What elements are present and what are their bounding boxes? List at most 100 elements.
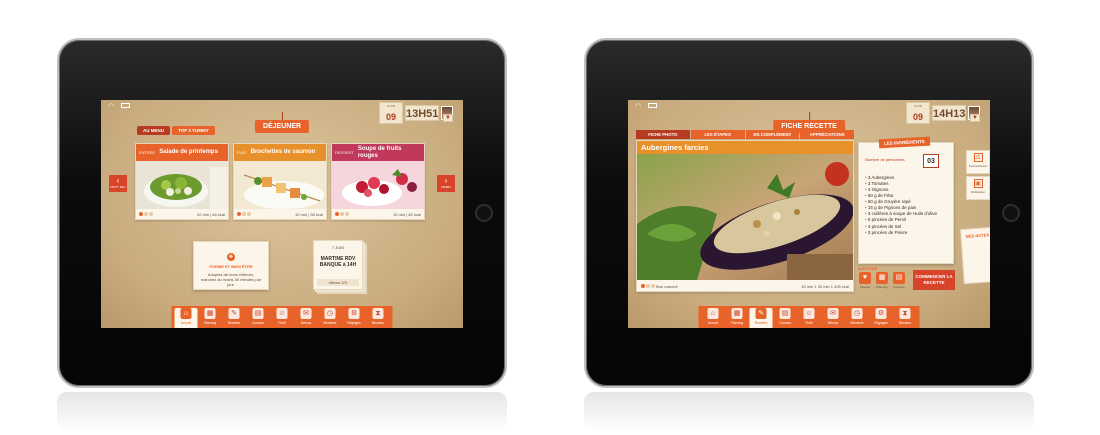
card-category: ENTRÉE xyxy=(139,150,156,155)
toolbar-memos[interactable]: ✉ Mémos xyxy=(295,308,318,328)
tab-top3[interactable]: TOP 3 YUMMY xyxy=(172,126,215,135)
page-title: DÉJEUNER xyxy=(254,112,310,133)
add-favoris-button[interactable]: ♥ Favoris xyxy=(858,272,872,289)
home-button[interactable] xyxy=(1002,204,1020,222)
toolbar-recettes[interactable]: ✎ Recettes xyxy=(223,308,246,328)
card-name: Soupe de fruits rouges xyxy=(357,146,402,159)
recipe-tabs: FICHE PHOTO LES ÉTAPES EN COMPLÉMENT APP… xyxy=(636,130,854,139)
side-tab-ordinateur[interactable]: ▣ Ordinateur xyxy=(966,176,990,200)
memo-icon: ✉ xyxy=(827,308,839,319)
toolbar-label: Planning xyxy=(730,321,744,325)
toolbar-minuteur[interactable]: ⧗ Minuteur xyxy=(894,308,917,328)
tab-complement[interactable]: EN COMPLÉMENT xyxy=(745,130,800,139)
toolbar-planning[interactable]: ▦ Planning xyxy=(199,308,222,328)
toolbar-reglages[interactable]: ⚙ Réglages xyxy=(870,308,893,328)
card-info: 15 min | 82 kcal xyxy=(393,211,421,217)
next-meal-label: DINER xyxy=(441,185,451,189)
toolbar-label: Profil xyxy=(278,321,286,325)
card-header: PLAT Brochettes de saumon xyxy=(234,144,326,161)
wifi-icon: ◠ xyxy=(635,103,642,110)
toolbar-minuterie[interactable]: ◷ Minuterie xyxy=(319,308,342,328)
add-planning-button[interactable]: ▦ Planning xyxy=(875,272,889,289)
skewer-image xyxy=(234,161,326,209)
toolbar-planning[interactable]: ▦ Planning xyxy=(726,308,749,328)
toolbar-minuterie[interactable]: ◷ Minuterie xyxy=(846,308,869,328)
card-header: DESSERT Soupe de fruits rouges xyxy=(332,144,424,161)
recipe-panel: Aubergines farcies Bon marché 15 min 1 3… xyxy=(636,140,854,292)
toolbar-memos[interactable]: ✉ Mémos xyxy=(822,308,845,328)
menu-tabs: AU MENU TOP 3 YUMMY xyxy=(137,126,215,135)
home-button[interactable] xyxy=(475,204,493,222)
ingredients-title: LES INGRÉDIENTS xyxy=(878,136,930,149)
difficulty-dots xyxy=(641,283,655,288)
toolbar-profil[interactable]: ☺ Profil xyxy=(798,308,821,328)
toolbar-label: Courses xyxy=(779,321,791,325)
recipe-cost: Bon marché xyxy=(641,283,678,289)
gear-icon: ⚙ xyxy=(348,308,360,319)
recipe-card-entree[interactable]: ENTRÉE Salade de printemps 20 min | 84 k… xyxy=(135,143,229,220)
side-tabs: ⚖ Convertisseur ▣ Ordinateur xyxy=(966,150,990,202)
date-badge: JOUR 09 xyxy=(906,102,930,124)
memo-text: MARTINE RDV BANQUE à 14H xyxy=(319,256,357,268)
bottom-toolbar: ⌂ Accueil ▦ Planning ✎ Recettes ▤ Courses ☺ P… xyxy=(698,306,920,328)
side-tab-converter[interactable]: ⚖ Convertisseur xyxy=(966,150,990,174)
home-icon: ⌂ xyxy=(707,308,719,319)
toolbar-label: Réglages xyxy=(874,321,888,325)
scale-icon: ⚖ xyxy=(973,153,983,162)
tab-appreciations[interactable]: APPRÉCIATIONS xyxy=(800,130,854,139)
card-footer: 10 min | 58 kcal xyxy=(234,209,326,219)
toolbar-label: Mémos xyxy=(827,321,839,325)
ipad-reflection xyxy=(584,392,1034,432)
chevron-down-icon[interactable]: ▼ xyxy=(970,114,980,122)
toolbar-accueil[interactable]: ⌂ Accueil xyxy=(702,308,725,328)
tip-card[interactable]: ✚ FORME ET BIEN ÊTRE Adoptez de bons réf… xyxy=(193,241,269,290)
clock-widget: JOUR 09 14H13 xyxy=(906,102,980,124)
recipe-card-dessert[interactable]: DESSERT Soupe de fruits rouges 15 min | … xyxy=(331,143,425,220)
ipad-left: ◠ JOUR 09 13H51 ▼ DÉJEUNER AU MENU TOP 3… xyxy=(57,38,507,388)
profile-icon: ☺ xyxy=(276,308,288,319)
memo-card[interactable]: 7 JUIN MARTINE RDV BANQUE à 14H Mémo 2/3 xyxy=(313,240,363,290)
people-label: Nombre de personnes xyxy=(865,157,905,162)
tab-au-menu[interactable]: AU MENU xyxy=(137,126,170,135)
prev-meal-label: PETIT DEJ xyxy=(110,185,126,189)
recipe-title: Aubergines farcies xyxy=(637,141,853,154)
toolbar-minuteur[interactable]: ⧗ Minuteur xyxy=(367,308,390,328)
side-tab-label: Convertisseur xyxy=(968,164,988,168)
tab-etapes[interactable]: LES ÉTAPES xyxy=(690,130,745,139)
date-day: 09 xyxy=(912,112,923,122)
ingredient-list: 3 Aubergines 3 Tomates 3 Oignons 60 g de… xyxy=(865,175,937,236)
tip-icon: ✚ xyxy=(227,253,235,261)
recipe-card-plat[interactable]: PLAT Brochettes de saumon 10 min | 58 kc… xyxy=(233,143,327,220)
tab-fiche-photo[interactable]: FICHE PHOTO xyxy=(636,130,690,139)
aubergine-image xyxy=(637,154,853,280)
screen-menu: ◠ JOUR 09 13H51 ▼ DÉJEUNER AU MENU TOP 3… xyxy=(101,100,463,328)
toolbar-label: Recettes xyxy=(227,321,241,325)
computer-icon: ▣ xyxy=(973,179,983,188)
start-recipe-button[interactable]: COMMENCER LA RECETTE xyxy=(913,270,955,290)
chevron-down-icon[interactable]: ▼ xyxy=(443,114,453,122)
toolbar-accueil[interactable]: ⌂ Accueil xyxy=(174,308,198,328)
toolbar-profil[interactable]: ☺ Profil xyxy=(271,308,294,328)
toolbar-label: Réglages xyxy=(347,321,361,325)
battery-icon xyxy=(121,103,130,108)
toolbar-courses[interactable]: ▤ Courses xyxy=(774,308,797,328)
people-count-input[interactable]: 03 xyxy=(923,154,939,168)
gear-icon: ⚙ xyxy=(875,308,887,319)
prev-meal-button[interactable]: ‹ PETIT DEJ xyxy=(109,175,127,192)
add-courses-button[interactable]: ▤ Courses xyxy=(892,272,906,289)
memo-icon: ✉ xyxy=(300,308,312,319)
toolbar-courses[interactable]: ▤ Courses xyxy=(247,308,270,328)
toolbar-label: Minuteur xyxy=(371,321,385,325)
notes-card[interactable]: MES NOTES xyxy=(960,226,990,285)
next-meal-button[interactable]: › DINER xyxy=(437,175,455,192)
timer-icon: ◷ xyxy=(851,308,863,319)
toolbar-recettes[interactable]: ✎ Recettes xyxy=(749,308,773,328)
toolbar-reglages[interactable]: ⚙ Réglages xyxy=(343,308,366,328)
cart-icon: ▤ xyxy=(893,272,905,284)
screen-recipe: ◠ JOUR 09 14H13 ▼ FICHE RECETTE FICHE PH… xyxy=(628,100,990,328)
difficulty-dots xyxy=(335,212,349,216)
date-badge: JOUR 09 xyxy=(379,102,403,124)
add-button-label: Favoris xyxy=(860,285,870,289)
toolbar-label: Profil xyxy=(805,321,813,325)
date-month: JOUR xyxy=(386,104,396,108)
